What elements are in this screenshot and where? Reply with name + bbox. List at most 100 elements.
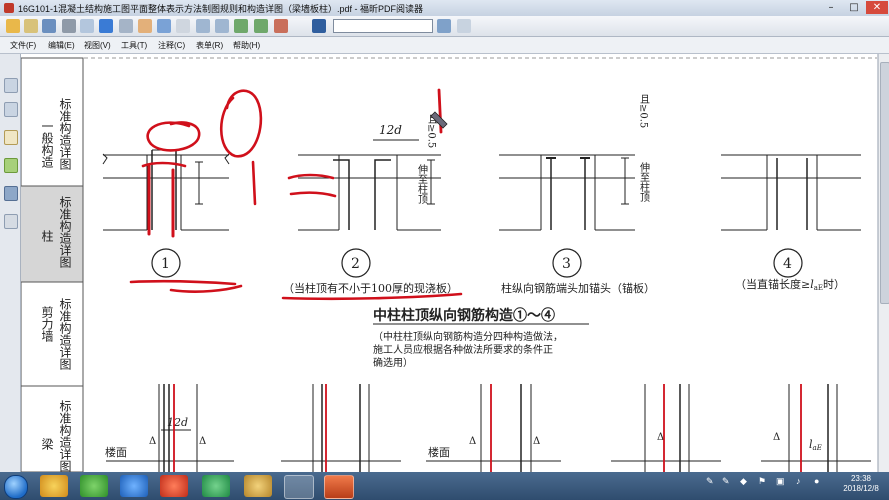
tray-shield-icon[interactable]: ◆ [740,476,747,487]
close-button[interactable]: ✕ [866,1,888,14]
menu-form[interactable]: 表单(R) [196,40,223,51]
annotation-bar-1c [251,160,257,206]
red-rebar-lines [173,384,802,472]
tray-pen2-icon[interactable]: ✎ [722,476,730,487]
recent-icon[interactable] [24,19,38,33]
annotation-dash-2b [289,191,337,198]
bottom-delta-1b: Δ [199,436,206,447]
annotation-circle-anchor [220,89,263,158]
taskbar [0,472,889,500]
diagram-4-number: 4 [783,256,792,272]
start-button[interactable] [4,475,28,499]
diagram-2-dim-12d: 12d [379,123,402,137]
menu-bar: 文件(F) 编辑(E) 视图(V) 工具(T) 注释(C) 表单(R) 帮助(H… [0,37,889,54]
menu-file[interactable]: 文件(F) [10,40,36,51]
taskbar-ie-icon[interactable] [120,475,148,497]
menu-help[interactable]: 帮助(H) [233,40,260,51]
note-line-1: （中柱柱顶纵向钢筋构造分四种构造做法， [373,330,563,343]
save-icon[interactable] [42,19,56,33]
sidebar-label-3: 标准构造详图 [58,298,72,370]
fit-page-icon[interactable] [234,19,248,33]
taskbar-browser-icon[interactable] [80,475,108,497]
screenshot-icon[interactable] [119,19,133,33]
copy-icon[interactable] [99,19,113,33]
pages-icon[interactable] [4,78,18,93]
bottom-delta-5: Δ [773,432,780,443]
bottom-delta-1: Δ [149,436,156,447]
bottom-floor-1: 楼面 [105,445,127,459]
maximize-button[interactable]: □ [843,1,865,14]
taskbar-tools-icon[interactable] [244,475,272,497]
diagram-4 [721,154,861,231]
document-page[interactable]: 标准构造详图 一般构造 标准构造详图 柱 标准构造详图 剪力墙 标准构造详图 梁… [21,54,877,472]
drawing-canvas: 标准构造详图 一般构造 标准构造详图 柱 标准构造详图 剪力墙 标准构造详图 梁… [21,57,877,472]
taskbar-media-icon[interactable] [202,475,230,497]
typewriter-icon[interactable] [274,19,288,33]
layers-icon[interactable] [4,130,18,145]
open-folder-icon[interactable] [6,19,20,33]
diagram-4-caption: （当直锚长度≥laE时） [735,277,845,292]
minimize-button[interactable]: – [820,1,842,14]
zoom-in-icon[interactable] [196,19,210,33]
app-icon [4,3,14,13]
zoom-out-icon[interactable] [215,19,229,33]
diagram-2-caption: （当柱顶有不小于100厚的现浇板） [283,281,458,295]
select-text-icon[interactable] [157,19,171,33]
scrollbar-thumb[interactable] [880,62,889,304]
navigation-panel [0,54,21,472]
diagram-3-number: 3 [562,256,571,272]
search-binoculars-icon[interactable] [312,19,326,33]
annotation-under-1b [169,284,243,293]
tray-pen-icon[interactable]: ✎ [706,476,714,487]
menu-comment[interactable]: 注释(C) [158,40,185,51]
vertical-scrollbar[interactable] [878,54,889,472]
menu-edit[interactable]: 编辑(E) [48,40,75,51]
comments-icon[interactable] [4,158,18,173]
search-options-icon[interactable] [437,19,451,33]
title-bar: 16G101-1混凝土结构施工图平面整体表示方法制图规则和构造详图（梁墙板柱）.… [0,0,889,17]
section-title: 中柱柱顶纵向钢筋构造①～④ [373,307,555,324]
taskbar-app-icon[interactable] [160,475,188,497]
diagram-3-extend-label: 伸至柱顶 [638,162,650,203]
annotation-under-1 [129,279,237,286]
note-line-2: 施工人员应根据各种做法所要求的条件正 [373,343,553,356]
page-icon[interactable] [457,19,471,33]
taskbar-app-360-icon[interactable] [40,475,68,497]
taskbar-foxit-icon[interactable] [324,475,354,499]
taskbar-window-icon[interactable] [284,475,314,499]
clock-date: 2018/12/8 [843,484,879,493]
sidebar-label-4: 标准构造详图 [58,400,72,472]
menu-view[interactable]: 视图(V) [84,40,111,51]
signatures-icon[interactable] [4,214,18,229]
sidebar-sub-4: 梁 [40,437,54,450]
attachments-icon[interactable] [4,186,18,201]
snapshot-icon[interactable] [176,19,190,33]
tray-network-icon[interactable]: ▣ [776,476,785,487]
diagram-3-anchor-label: 且≥0.5 [638,94,650,128]
bottom-diagram-2 [281,384,401,472]
email-icon[interactable] [80,19,94,33]
clock[interactable]: 23:38 2018/12/8 [836,474,886,494]
window-title: 16G101-1混凝土结构施工图平面整体表示方法制图规则和构造详图（梁墙板柱）.… [18,4,424,14]
tray-flag-icon[interactable]: ⚑ [758,476,766,487]
bottom-delta-3b: Δ [533,436,540,447]
menu-tools[interactable]: 工具(T) [121,40,147,51]
sidebar-sub-1: 一般构造 [40,120,54,168]
hand-tool-icon[interactable] [138,19,152,33]
bottom-le-label: laE [809,438,822,452]
note-line-3: 确选用） [373,356,413,369]
tray-antivirus-icon[interactable]: ● [814,476,819,486]
diagram-3-caption: 柱纵向钢筋端头加锚头（锚板） [501,281,655,295]
tray-volume-icon[interactable]: ♪ [796,476,801,486]
bottom-diagram-5 [761,384,871,472]
sidebar-sub-3: 剪力墙 [40,305,54,343]
clock-time: 23:38 [850,474,872,483]
fit-width-icon[interactable] [254,19,268,33]
bottom-dim-12d: 12d [167,416,188,429]
search-input[interactable] [333,19,433,33]
diagram-2-extend-label: 伸至柱顶 [416,164,428,205]
sidebar-label-2: 标准构造详图 [58,196,72,268]
print-icon[interactable] [62,19,76,33]
bottom-delta-3: Δ [469,436,476,447]
bookmarks-icon[interactable] [4,102,18,117]
